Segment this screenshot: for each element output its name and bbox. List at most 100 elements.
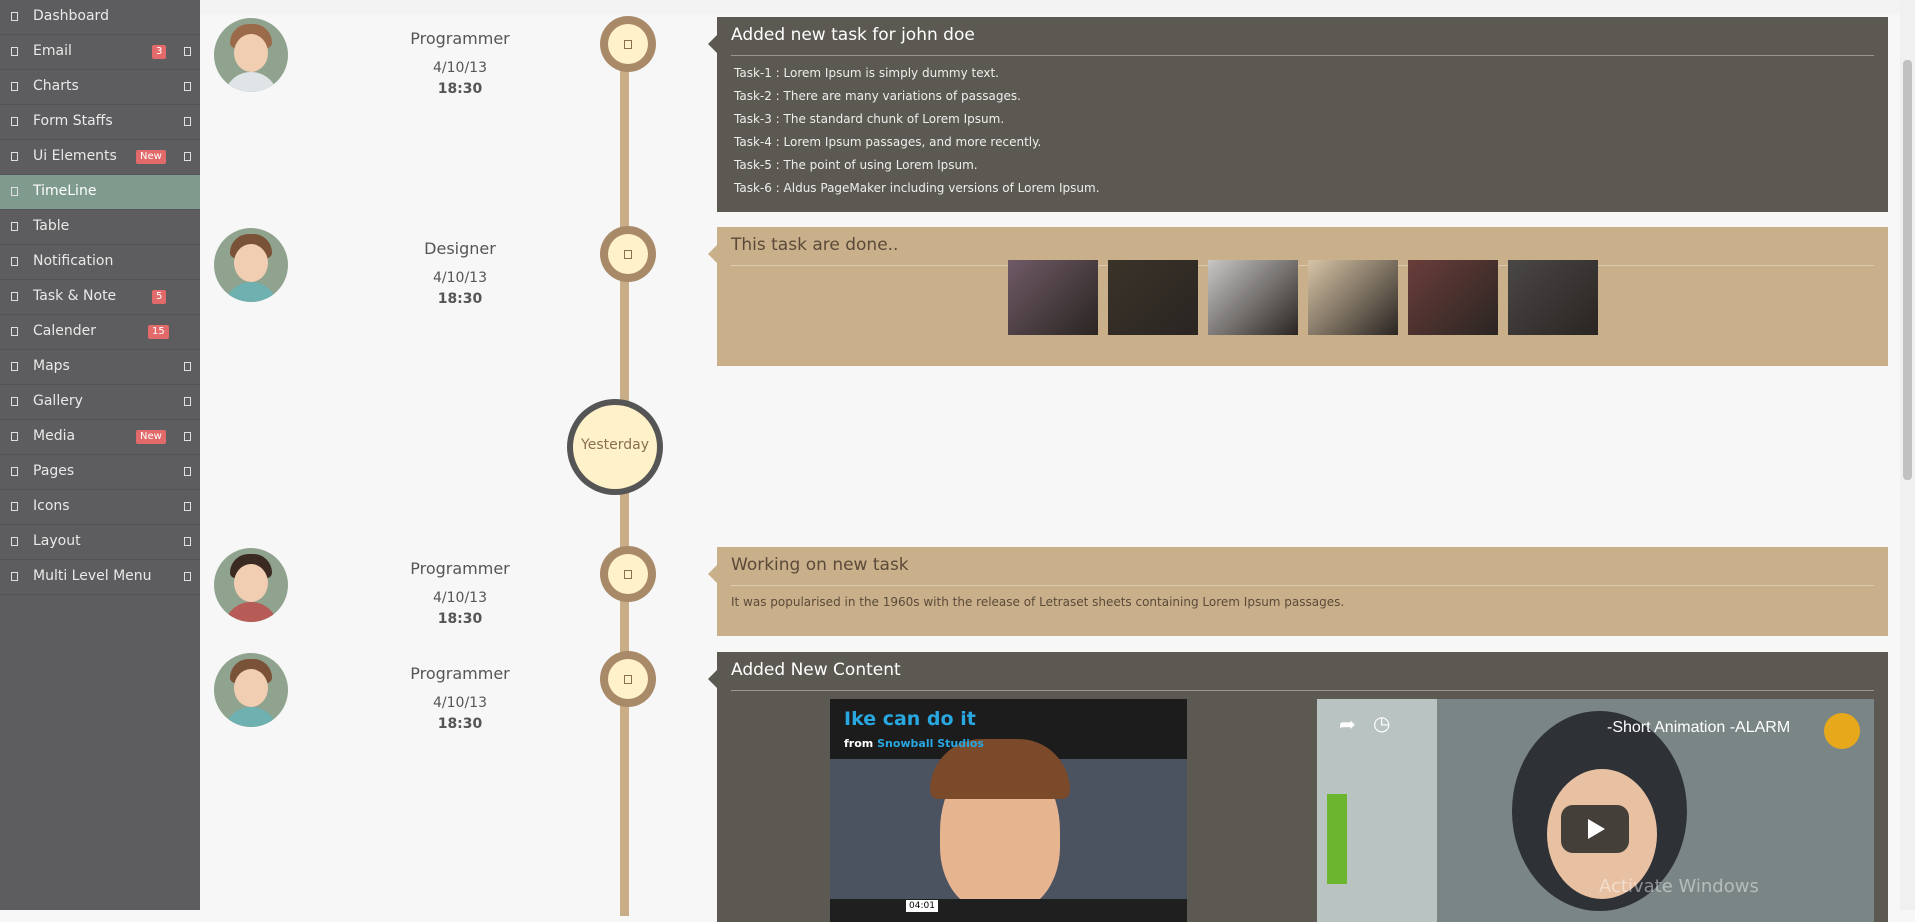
- chevron-icon: [184, 572, 191, 581]
- avatar: [214, 548, 288, 622]
- done-panel: This task are done..: [708, 227, 1888, 366]
- divider-label: Yesterday: [581, 437, 649, 453]
- gallery-thumbnail[interactable]: [1108, 260, 1198, 335]
- video-from-label: from: [844, 737, 874, 750]
- sidebar-item-label: Dashboard: [33, 8, 109, 24]
- sidebar-item-label: Form Staffs: [33, 113, 113, 129]
- bullet-icon: [11, 537, 18, 546]
- task-line: Task-5 : The point of using Lorem Ipsum.: [734, 158, 978, 172]
- windows-watermark: Activate Windows: [1599, 876, 1759, 897]
- sidebar-item-label: Layout: [33, 533, 81, 549]
- scrollbar[interactable]: [1900, 0, 1915, 910]
- task-line: Task-2 : There are many variations of pa…: [734, 89, 1021, 103]
- share-icon[interactable]: ➦: [1339, 712, 1356, 736]
- sidebar-item-label: Maps: [33, 358, 70, 374]
- entry-role: Programmer: [410, 29, 510, 48]
- sidebar-item[interactable]: TimeLine: [0, 175, 200, 210]
- video-player-2[interactable]: -Short Animation -ALARM ➦ ◷: [1317, 699, 1874, 922]
- sidebar-item-label: TimeLine: [33, 183, 97, 199]
- gallery-thumbnail[interactable]: [1008, 260, 1098, 335]
- chevron-icon: [184, 397, 191, 406]
- sidebar-item[interactable]: Form Staffs: [0, 105, 200, 140]
- chevron-icon: [184, 432, 191, 441]
- entry-time: 18:30: [437, 611, 483, 627]
- sidebar-item[interactable]: Calender 15: [0, 315, 200, 350]
- chevron-icon: [184, 82, 191, 91]
- node-icon: [624, 250, 632, 259]
- sidebar-item-label: Email: [33, 43, 72, 59]
- avatar: [214, 653, 288, 727]
- sidebar-item-label: Gallery: [33, 393, 83, 409]
- avatar: [214, 18, 288, 92]
- bullet-icon: [11, 257, 18, 266]
- panel-title: Working on new task: [731, 555, 909, 575]
- entry-time: 18:30: [437, 81, 483, 97]
- chevron-icon: [184, 502, 191, 511]
- video-title[interactable]: -Short Animation -ALARM: [1607, 719, 1790, 737]
- task-line: Task-6 : Aldus PageMaker including versi…: [734, 181, 1100, 195]
- sidebar-item-label: Ui Elements: [33, 148, 117, 164]
- entry-date: 4/10/13: [433, 60, 487, 76]
- sidebar-item-label: Pages: [33, 463, 75, 479]
- scrollbar-thumb[interactable]: [1903, 60, 1912, 480]
- timeline-main: Programmer 4/10/13 18:30 Added new task …: [200, 0, 1915, 922]
- sidebar-item[interactable]: Pages: [0, 455, 200, 490]
- sidebar-item[interactable]: Charts: [0, 70, 200, 105]
- sidebar-item[interactable]: Ui Elements New: [0, 140, 200, 175]
- panel-title: Added new task for john doe: [731, 25, 975, 45]
- sidebar-item[interactable]: Layout: [0, 525, 200, 560]
- chevron-icon: [184, 117, 191, 126]
- bullet-icon: [11, 12, 18, 21]
- gallery-thumbnail[interactable]: [1408, 260, 1498, 335]
- entry-role: Programmer: [410, 664, 510, 683]
- bullet-icon: [11, 572, 18, 581]
- node-icon: [624, 40, 632, 49]
- sidebar-item-label: Media: [33, 428, 76, 444]
- timeline-node: [600, 651, 656, 707]
- sidebar-badge: New: [136, 150, 166, 164]
- bullet-icon: [11, 82, 18, 91]
- video-duration: 04:01: [906, 900, 938, 912]
- node-icon: [624, 570, 632, 579]
- play-button[interactable]: [1561, 805, 1629, 853]
- task-panel: Added new task for john doe Task-1 : Lor…: [708, 17, 1888, 212]
- channel-avatar[interactable]: [1824, 713, 1860, 749]
- bullet-icon: [11, 432, 18, 441]
- panel-title: This task are done..: [731, 235, 899, 255]
- sidebar-item-label: Charts: [33, 78, 79, 94]
- sidebar-item-label: Table: [33, 218, 70, 234]
- sidebar-item[interactable]: Table: [0, 210, 200, 245]
- chevron-icon: [184, 467, 191, 476]
- sidebar-item[interactable]: Dashboard: [0, 0, 200, 35]
- video-player-1[interactable]: Ike can do it from Snowball Studios 04:0…: [830, 699, 1187, 922]
- chevron-icon: [184, 362, 191, 371]
- video-studio[interactable]: Snowball Studios: [877, 737, 984, 750]
- sidebar-badge: 5: [152, 290, 167, 304]
- sidebar-item[interactable]: Gallery: [0, 385, 200, 420]
- gallery-thumbnail[interactable]: [1308, 260, 1398, 335]
- bullet-icon: [11, 397, 18, 406]
- sidebar-badge: New: [136, 430, 166, 444]
- sidebar: Dashboard Email 3 Charts Form Staffs Ui Eleme…: [0, 0, 200, 910]
- sidebar-item[interactable]: Media New: [0, 420, 200, 455]
- sidebar-item[interactable]: Email 3: [0, 35, 200, 70]
- timeline-node: [600, 226, 656, 282]
- bullet-icon: [11, 327, 18, 336]
- working-panel: Working on new task It was popularised i…: [708, 547, 1888, 636]
- gallery-thumbnail[interactable]: [1508, 260, 1598, 335]
- sidebar-item[interactable]: Icons: [0, 490, 200, 525]
- bullet-icon: [11, 292, 18, 301]
- sidebar-item[interactable]: Maps: [0, 350, 200, 385]
- gallery-thumbnail[interactable]: [1208, 260, 1298, 335]
- sidebar-item[interactable]: Notification: [0, 245, 200, 280]
- bullet-icon: [11, 467, 18, 476]
- watch-later-icon[interactable]: ◷: [1373, 711, 1390, 735]
- sidebar-item[interactable]: Multi Level Menu: [0, 560, 200, 595]
- entry-role: Programmer: [410, 559, 510, 578]
- video-title[interactable]: Ike can do it: [844, 708, 976, 730]
- timeline-node: [600, 16, 656, 72]
- bullet-icon: [11, 362, 18, 371]
- sidebar-item-label: Multi Level Menu: [33, 568, 152, 584]
- yesterday-divider: Yesterday: [567, 399, 663, 495]
- sidebar-item[interactable]: Task & Note 5: [0, 280, 200, 315]
